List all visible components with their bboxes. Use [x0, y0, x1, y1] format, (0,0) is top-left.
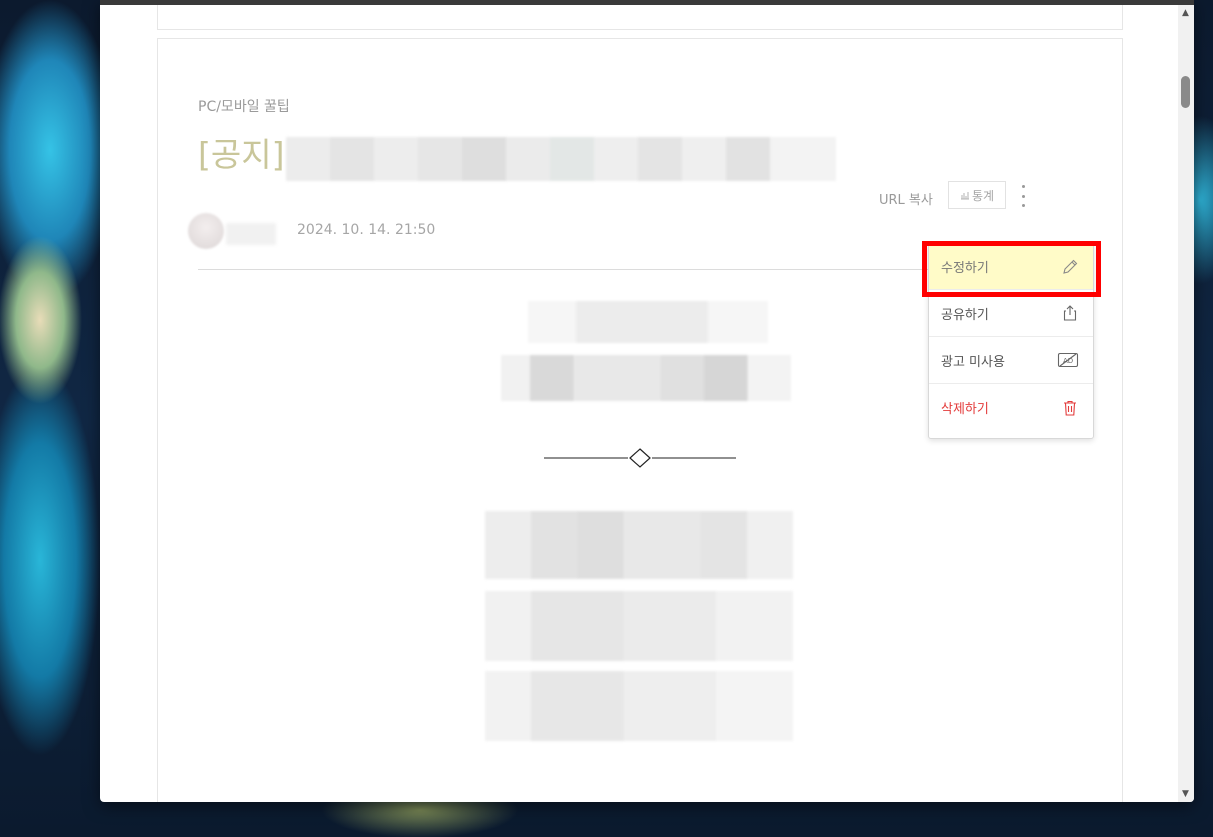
menu-item-share[interactable]: 공유하기 — [929, 290, 1093, 337]
content-blurred — [501, 355, 791, 401]
post-date: 2024. 10. 14. 21:50 — [297, 222, 436, 238]
stats-label: 통계 — [971, 188, 995, 203]
content-blurred — [528, 301, 768, 343]
menu-item-ad-off[interactable]: 광고 미사용 AD — [929, 337, 1093, 384]
browser-window: PC/모바일 꿀팁 [공지] 2024. 10. 14. 21:50 URL 복… — [100, 0, 1194, 802]
avatar[interactable] — [188, 213, 224, 249]
content-blurred — [485, 591, 793, 661]
menu-item-label: 삭제하기 — [941, 402, 989, 417]
svg-text:AD: AD — [1063, 357, 1073, 365]
trash-icon — [1061, 399, 1079, 417]
header-divider — [198, 269, 938, 270]
menu-item-edit[interactable]: 수정하기 — [929, 244, 1093, 290]
post-title-prefix: [공지] — [198, 135, 285, 174]
content-blurred — [485, 671, 793, 741]
previous-post-card — [157, 5, 1123, 30]
share-icon — [1061, 304, 1079, 322]
scroll-up-icon[interactable]: ▲ — [1182, 8, 1189, 18]
vertical-scrollbar[interactable]: ▲ ▼ — [1178, 5, 1194, 802]
menu-item-delete[interactable]: 삭제하기 — [929, 384, 1093, 431]
chart-icon — [960, 190, 970, 200]
post-title: [공지] — [198, 127, 284, 177]
pencil-icon — [1061, 258, 1079, 276]
more-options-icon[interactable] — [1016, 185, 1030, 207]
menu-item-label: 수정하기 — [941, 261, 989, 276]
content-blurred — [485, 511, 793, 579]
post-category[interactable]: PC/모바일 꿀팁 — [198, 96, 290, 116]
url-copy-button[interactable]: URL 복사 — [879, 189, 933, 208]
stats-button[interactable]: 통계 — [948, 181, 1006, 209]
scroll-thumb[interactable] — [1181, 76, 1190, 108]
ad-off-icon: AD — [1057, 351, 1079, 369]
scroll-down-icon[interactable]: ▼ — [1182, 789, 1189, 799]
menu-item-label: 광고 미사용 — [941, 354, 1005, 370]
diamond-divider — [544, 448, 736, 468]
post-options-menu: 수정하기 공유하기 광고 미사용 AD 삭제하기 — [928, 243, 1094, 439]
menu-item-label: 공유하기 — [941, 307, 989, 323]
author-name-blurred — [226, 223, 276, 245]
post-title-blurred — [286, 137, 836, 181]
